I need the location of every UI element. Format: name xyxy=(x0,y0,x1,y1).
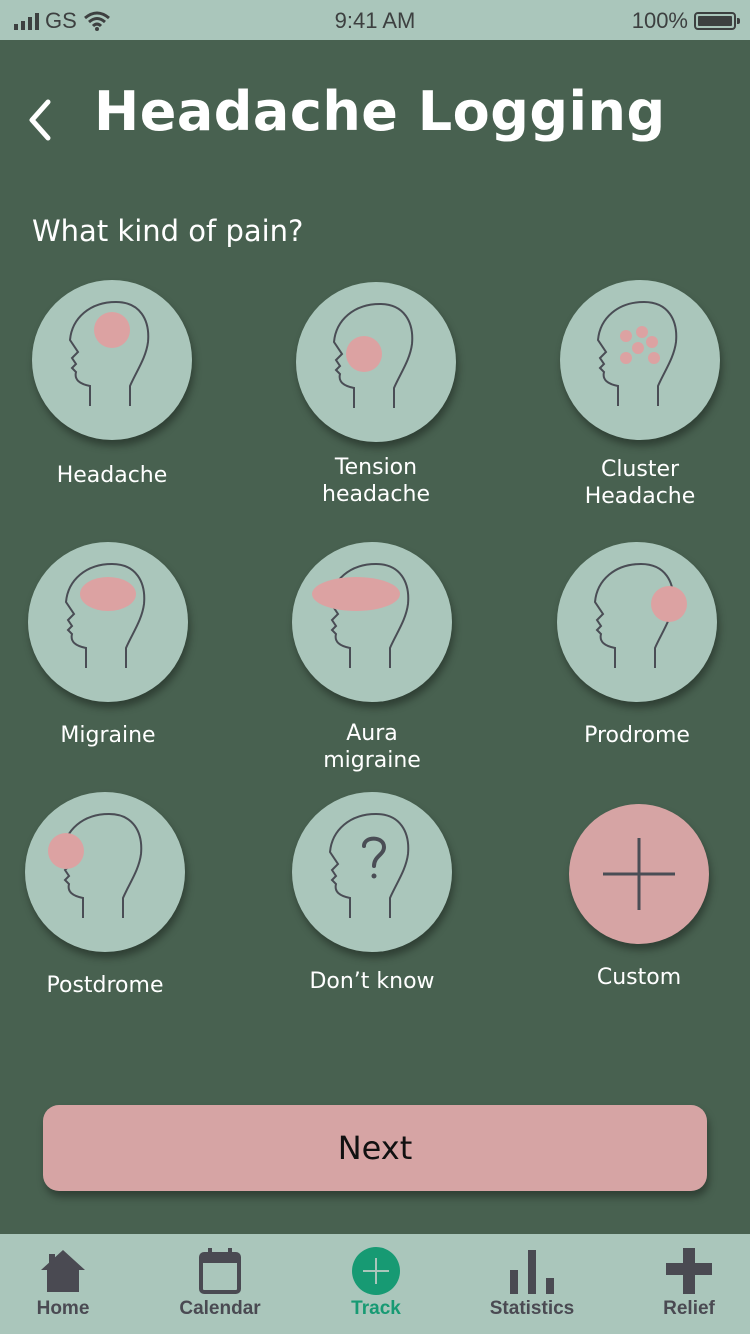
option-dont-know[interactable]: Don’t know xyxy=(272,792,472,1002)
aura-head-icon xyxy=(292,542,452,702)
option-label: Migraine xyxy=(60,723,156,748)
cluster-head-icon xyxy=(560,280,720,440)
question-label: What kind of pain? xyxy=(32,214,304,248)
tab-relief[interactable]: Relief xyxy=(614,1234,750,1334)
option-headache[interactable]: Headache xyxy=(12,280,212,510)
tab-statistics[interactable]: Statistics xyxy=(457,1234,607,1334)
option-label-line1: Cluster xyxy=(600,457,680,482)
option-label: Postdrome xyxy=(46,973,164,998)
tab-track[interactable]: Track xyxy=(301,1234,451,1334)
option-tension-headache[interactable]: Tension headache xyxy=(276,282,476,512)
postdrome-head-icon xyxy=(25,792,185,952)
tab-label: Home xyxy=(36,1298,90,1319)
option-cluster-headache[interactable]: Cluster Headache xyxy=(540,280,740,512)
option-label-line2: Headache xyxy=(584,484,696,509)
next-button[interactable]: Next xyxy=(43,1105,707,1191)
tab-calendar[interactable]: Calendar xyxy=(145,1234,295,1334)
tab-label: Relief xyxy=(663,1298,715,1319)
tab-label: Calendar xyxy=(179,1298,261,1319)
home-icon xyxy=(41,1250,85,1292)
tab-bar: Home Calendar Track Statistics Relief xyxy=(0,1234,750,1334)
battery-percent: 100% xyxy=(631,8,688,33)
option-label-line2: headache xyxy=(322,482,430,507)
cross-icon xyxy=(666,1248,712,1294)
option-aura-migraine[interactable]: Aura migraine xyxy=(272,542,472,774)
prodrome-head-icon xyxy=(557,542,717,702)
battery-info: 100% xyxy=(631,8,740,34)
option-label-line1: Tension xyxy=(334,455,418,480)
track-plus-icon xyxy=(352,1247,400,1295)
option-prodrome[interactable]: Prodrome xyxy=(537,542,737,752)
option-label-line2: migraine xyxy=(323,748,421,773)
option-migraine[interactable]: Migraine xyxy=(8,542,208,752)
tab-home[interactable]: Home xyxy=(0,1234,138,1334)
page-title: Headache Logging xyxy=(94,80,666,143)
back-button[interactable] xyxy=(22,96,62,144)
option-custom[interactable]: Custom xyxy=(539,804,739,994)
battery-icon xyxy=(694,12,740,30)
option-label-line1: Aura xyxy=(346,721,398,746)
option-label: Headache xyxy=(56,463,168,488)
headache-head-icon xyxy=(32,280,192,440)
bar-chart-icon xyxy=(510,1250,554,1294)
tab-label: Track xyxy=(351,1298,401,1319)
option-label: Custom xyxy=(596,965,682,990)
migraine-head-icon xyxy=(28,542,188,702)
option-label: Prodrome xyxy=(584,723,690,748)
plus-icon xyxy=(569,804,709,944)
option-postdrome[interactable]: Postdrome xyxy=(5,792,205,1002)
question-head-icon xyxy=(292,792,452,952)
calendar-icon xyxy=(199,1248,241,1294)
tab-label: Statistics xyxy=(489,1298,575,1319)
status-bar: GS 9:41 AM 100% xyxy=(0,0,750,40)
chevron-left-icon xyxy=(29,99,51,141)
tension-head-icon xyxy=(296,282,456,442)
option-label: Don’t know xyxy=(309,969,435,994)
